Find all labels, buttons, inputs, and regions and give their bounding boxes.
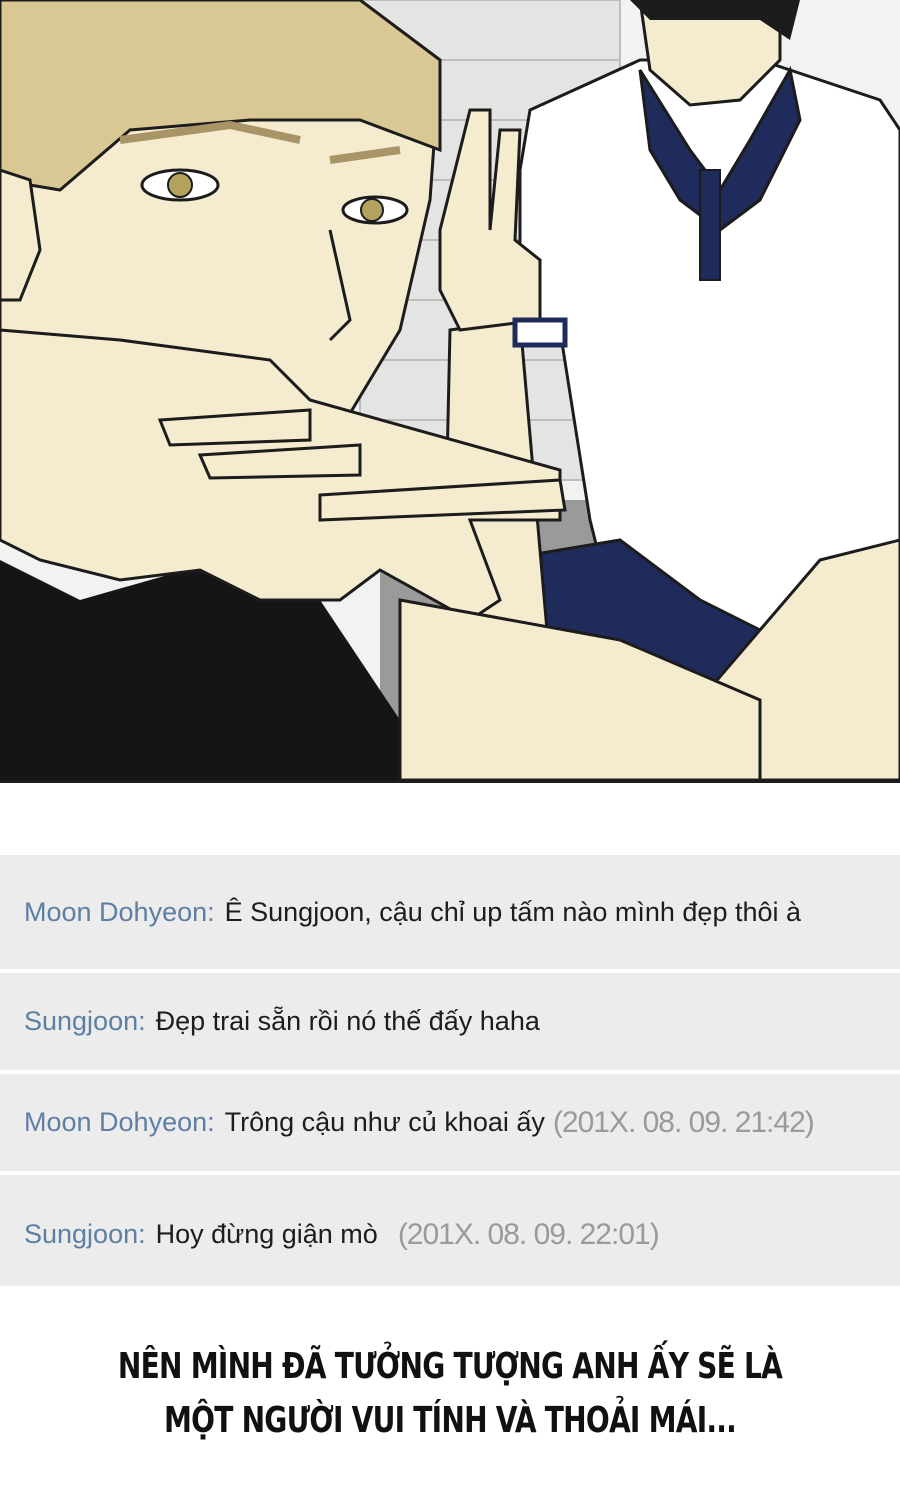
comment-author: Moon Dohyeon: xyxy=(24,896,215,927)
comment-text: Hoy đừng giận mò xyxy=(155,1219,378,1249)
comic-panel xyxy=(0,0,900,783)
comic-illustration xyxy=(0,0,900,780)
comment-author: Sungjoon: xyxy=(24,1006,146,1036)
comment-text: Trông cậu như củ khoai ấy xyxy=(224,1107,545,1137)
comment-list: Moon Dohyeon: Ê Sungjoon, cậu chỉ up tấm… xyxy=(0,855,900,1290)
comment-row: Sungjoon: Hoy đừng giận mò (201X. 08. 09… xyxy=(0,1175,900,1290)
comment-text: Đẹp trai sẵn rồi nó thế đấy haha xyxy=(155,1006,540,1036)
comment-row: Moon Dohyeon: Ê Sungjoon, cậu chỉ up tấm… xyxy=(0,855,900,973)
comment-text: Ê Sungjoon, cậu chỉ up tấm nào mình đẹp … xyxy=(224,896,802,927)
comment-row: Moon Dohyeon: Trông cậu như củ khoai ấy … xyxy=(0,1074,900,1175)
comment-timestamp: (201X. 08. 09. 22:01) xyxy=(397,1217,660,1251)
comment-author: Moon Dohyeon: xyxy=(24,1107,215,1137)
comment-author: Sungjoon: xyxy=(24,1219,146,1249)
comment-row: Sungjoon: Đẹp trai sẵn rồi nó thế đấy ha… xyxy=(0,973,900,1074)
narration-caption: NÊN MÌNH ĐÃ TƯỞNG TƯỢNG ANH ẤY SẼ LÀ MỘT… xyxy=(99,1340,801,1448)
caption-line: NÊN MÌNH ĐÃ TƯỞNG TƯỢNG ANH ẤY SẼ LÀ xyxy=(117,1346,783,1387)
caption-line: MỘT NGƯỜI VUI TÍNH VÀ THOẢI MÁI... xyxy=(163,1400,737,1441)
comment-timestamp: (201X. 08. 09. 21:42) xyxy=(552,1105,815,1139)
